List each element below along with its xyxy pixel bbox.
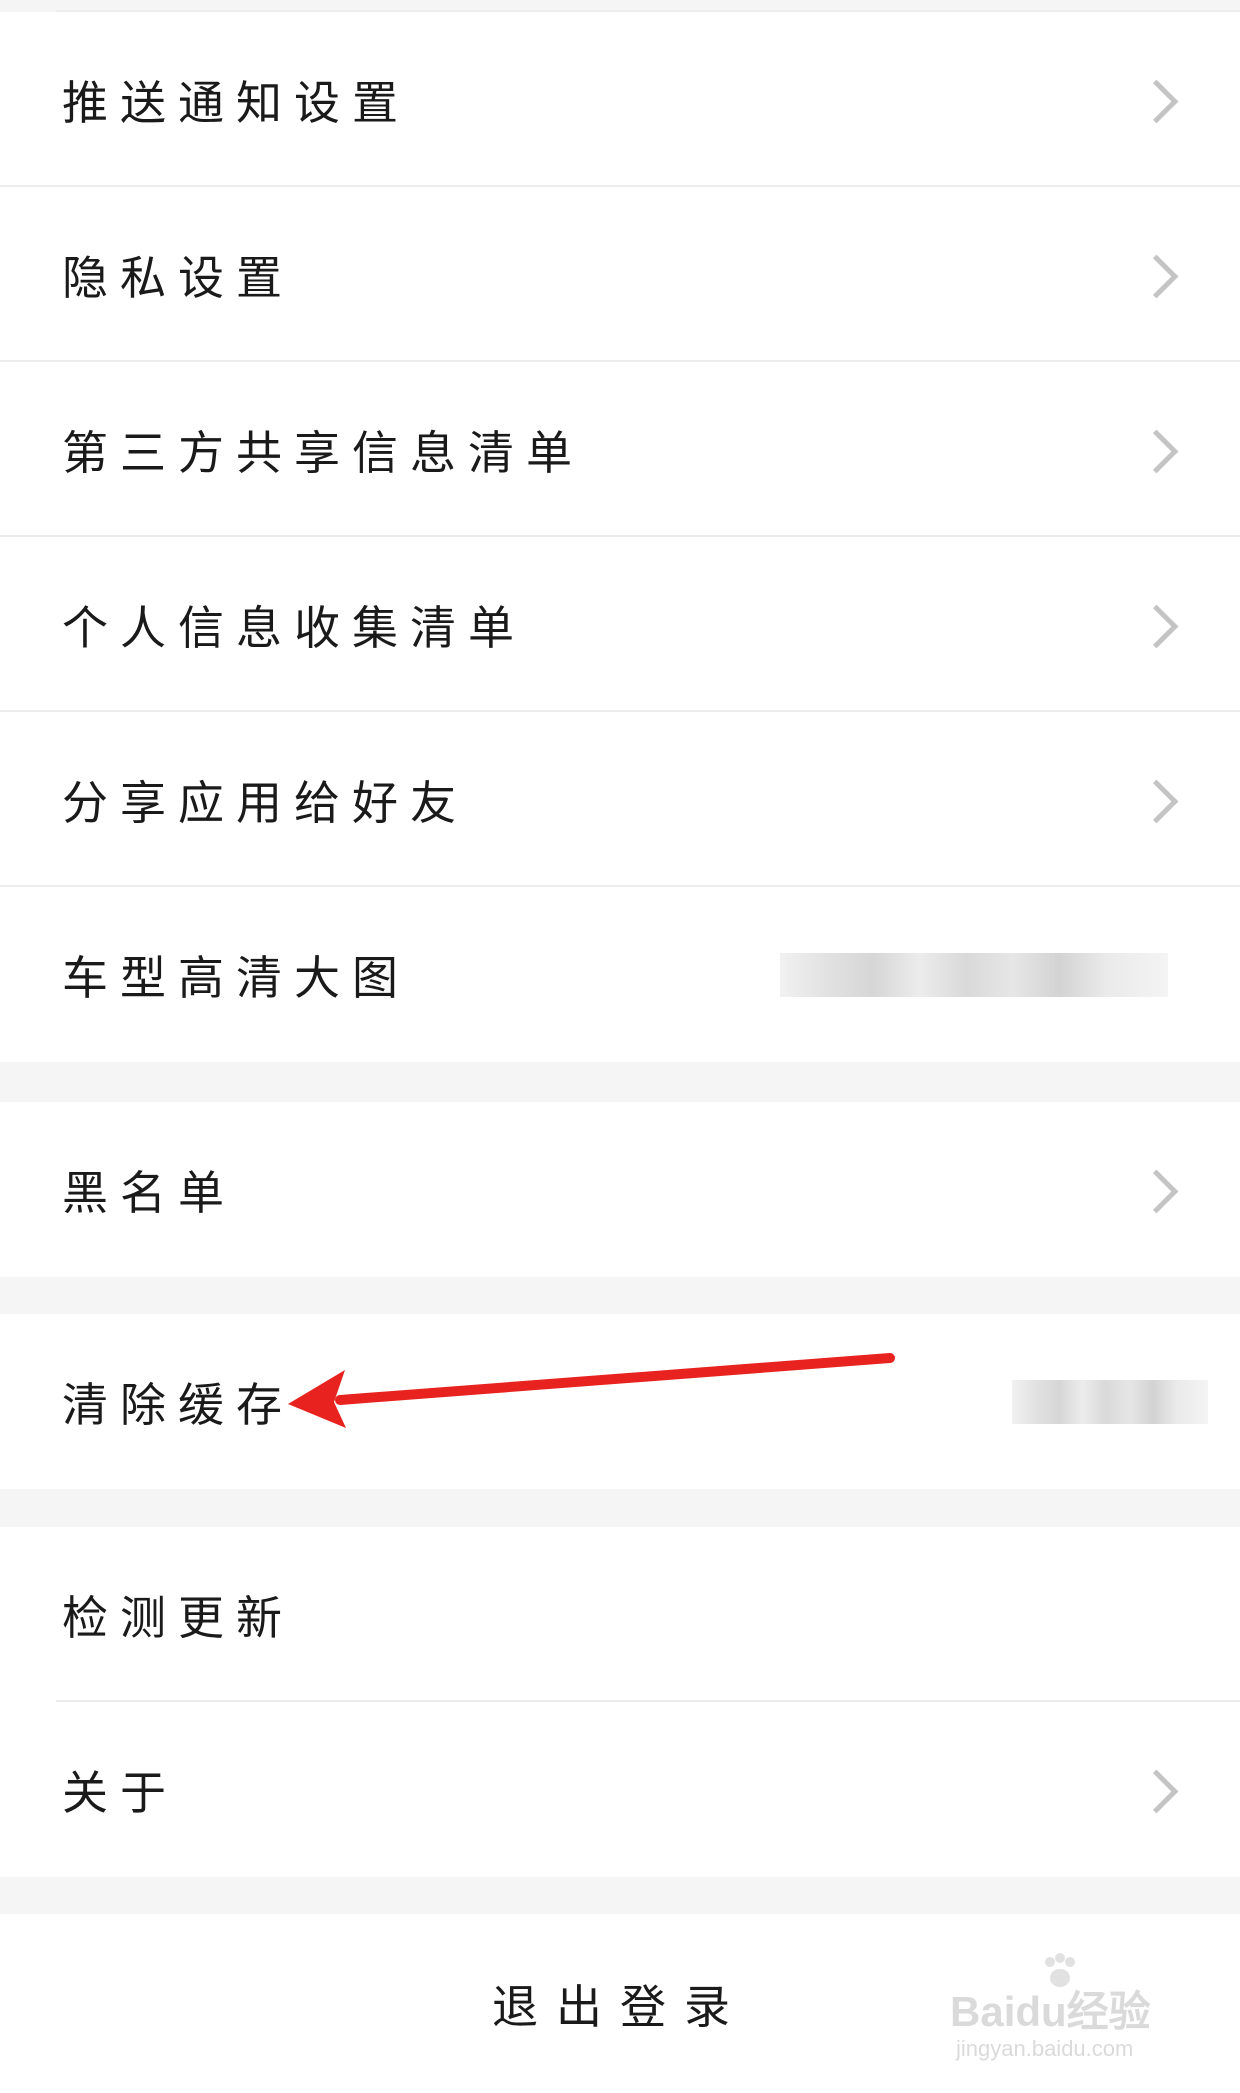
watermark-brand: Baidu经验 [950,1988,1151,2035]
clear-cache-row[interactable]: 清除缓存 [0,1314,1240,1489]
push-notification-settings-row[interactable]: 推送通知设置 [0,12,1240,187]
privacy-settings-label: 隐私设置 [62,250,294,305]
personal-info-collection-list-row[interactable]: 个人信息收集清单 [0,537,1240,712]
chevron-right-icon [1134,254,1179,298]
blacklist-row[interactable]: 黑名单 [0,1102,1240,1277]
logout-label: 退出登录 [492,1979,748,2034]
blacklist-label: 黑名单 [62,1165,236,1220]
car-hd-images-label: 车型高清大图 [62,950,410,1005]
settings-group-cache: 清除缓存 [0,1314,1240,1489]
settings-group-main: 推送通知设置 隐私设置 第三方共享信息清单 个人信息收集清单 分享应用给好友 车… [0,12,1240,1062]
chevron-right-icon [1134,79,1179,123]
car-hd-images-row[interactable]: 车型高清大图 [0,887,1240,1062]
chevron-right-icon [1134,779,1179,823]
chevron-right-icon [1134,1769,1179,1813]
settings-group-about: 检测更新 关于 [0,1527,1240,1877]
third-party-sharing-list-label: 第三方共享信息清单 [62,425,584,480]
third-party-sharing-list-row[interactable]: 第三方共享信息清单 [0,362,1240,537]
chevron-right-icon [1134,1169,1179,1213]
clear-cache-label: 清除缓存 [62,1377,294,1432]
watermark-url: jingyan.baidu.com [956,2036,1134,2061]
push-notification-settings-label: 推送通知设置 [62,75,410,130]
check-update-label: 检测更新 [62,1590,294,1645]
about-label: 关于 [62,1765,178,1820]
chevron-right-icon [1134,604,1179,648]
share-app-row[interactable]: 分享应用给好友 [0,712,1240,887]
settings-group-blacklist: 黑名单 [0,1102,1240,1277]
cache-size-value-blurred [1012,1379,1208,1424]
car-hd-images-toggle-blurred[interactable] [780,952,1168,997]
about-row[interactable]: 关于 [0,1702,1240,1877]
share-app-label: 分享应用给好友 [62,775,468,830]
chevron-right-icon [1134,429,1179,473]
check-update-row[interactable]: 检测更新 [0,1527,1240,1702]
personal-info-collection-list-label: 个人信息收集清单 [62,600,526,655]
baidu-jingyan-watermark: Baidu经验 jingyan.baidu.com [950,1952,1180,2072]
privacy-settings-row[interactable]: 隐私设置 [0,187,1240,362]
